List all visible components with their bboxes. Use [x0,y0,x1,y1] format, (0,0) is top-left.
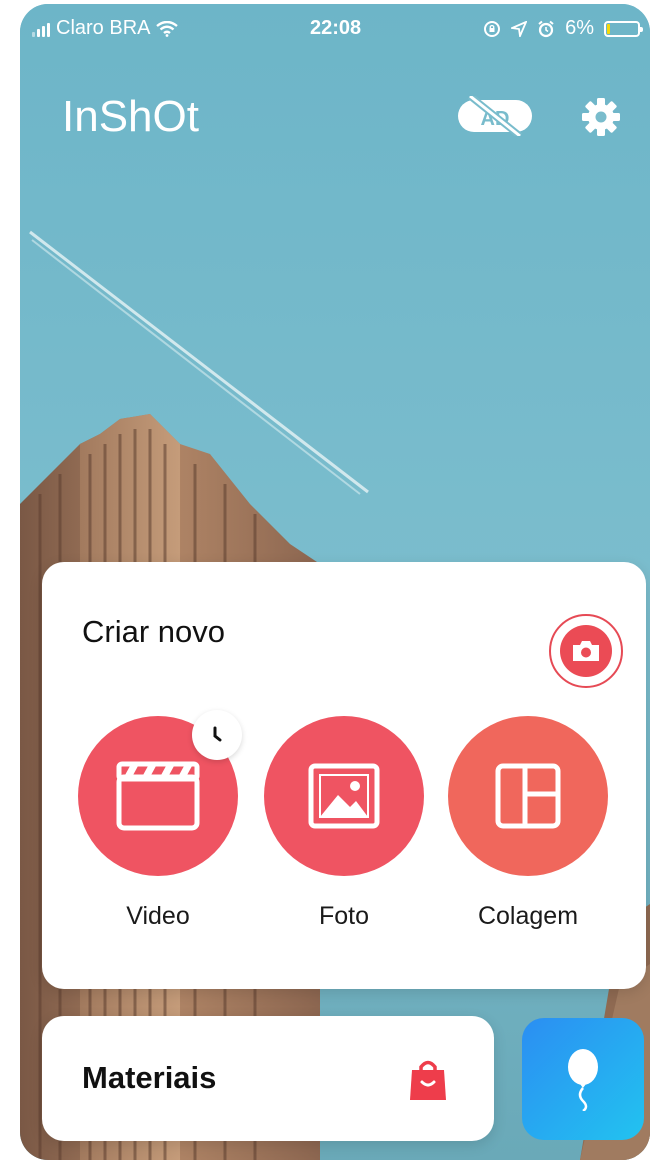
collage-button[interactable] [448,716,608,876]
materials-button[interactable]: Materiais [42,1016,494,1141]
photo-action[interactable]: Foto [264,716,424,946]
clapperboard-icon [116,761,200,831]
balloon-icon [568,1049,598,1111]
camera-icon [560,625,612,677]
video-button[interactable] [78,710,242,876]
collage-label: Colagem [477,902,579,930]
status-bar: Claro BRA 22:08 6% [20,4,650,52]
camera-button[interactable] [549,614,623,688]
create-new-card: Criar novo Video Foto Colagem [42,562,646,989]
shopping-bag-icon [410,1060,446,1100]
status-right: 6% [483,17,643,40]
status-left: Claro BRA [32,17,179,40]
carrier-label: Claro BRA [56,17,151,39]
floating-button[interactable] [522,1018,644,1140]
image-icon [308,763,380,829]
collage-action[interactable]: Colagem [448,716,608,946]
phone-screen: Claro BRA 22:08 6% InShOt Criar novo Vid… [20,4,650,1160]
photo-label: Foto [318,902,370,930]
video-action[interactable]: Video [78,710,242,946]
status-time: 22:08 [310,17,362,39]
photo-button[interactable] [264,716,424,876]
battery-icon [604,20,643,37]
battery-fill [607,23,610,34]
create-new-title: Criar novo [82,614,225,649]
battery-percent: 6% [565,17,594,39]
app-logo: InShOt [62,92,199,141]
clock-icon[interactable] [192,710,242,760]
rotation-lock-icon [484,20,501,37]
materials-label: Materiais [82,1060,217,1095]
collage-icon [495,763,561,829]
alarm-icon [538,20,554,37]
location-arrow-icon [511,20,528,37]
no-ads-icon[interactable]: AD [456,96,534,136]
signal-icon [32,21,50,37]
video-label: Video [126,902,190,930]
wifi-icon [156,20,179,37]
gear-icon[interactable] [580,96,622,138]
